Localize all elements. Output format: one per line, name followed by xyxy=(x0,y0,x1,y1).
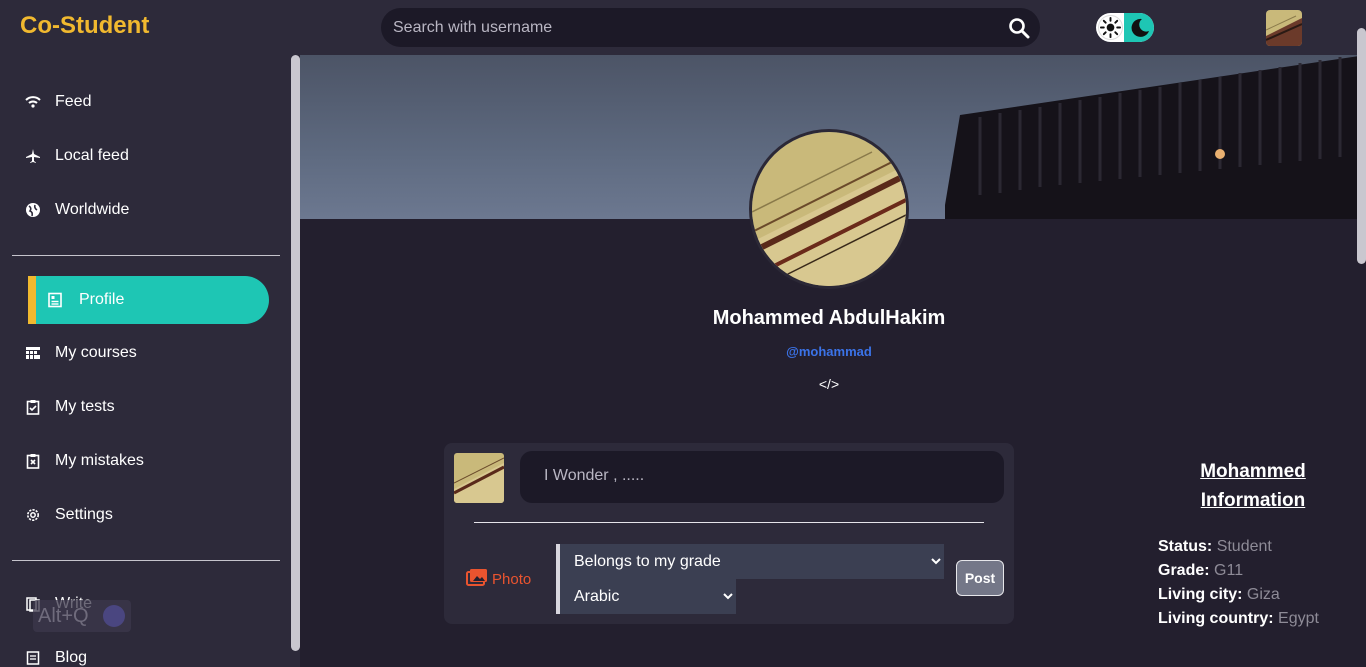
sidebar-item-label: Settings xyxy=(55,506,113,523)
add-photo-button[interactable]: Photo xyxy=(466,568,531,591)
sidebar-item-label: Feed xyxy=(55,93,92,110)
language-select[interactable]: Arabic xyxy=(556,579,736,614)
info-row-status: Status: Student xyxy=(1158,538,1272,556)
globe-icon xyxy=(24,201,42,219)
clipboard-x-icon xyxy=(24,452,42,470)
sidebar-item-label: Profile xyxy=(79,291,125,308)
page-scrollbar-thumb[interactable] xyxy=(1357,28,1366,264)
sidebar-item-feed[interactable]: Feed xyxy=(12,82,272,122)
sidebar-item-my-courses[interactable]: My courses xyxy=(12,333,272,373)
sidebar-item-my-tests[interactable]: My tests xyxy=(12,387,272,427)
info-row-country: Living country: Egypt xyxy=(1158,610,1319,628)
sidebar-item-profile[interactable]: Profile xyxy=(28,276,269,324)
sidebar-item-label: My mistakes xyxy=(55,452,144,469)
courses-icon xyxy=(24,344,42,362)
shortcut-label: Alt+Q xyxy=(38,604,89,627)
sidebar-divider xyxy=(12,255,280,256)
profile-card-icon xyxy=(46,291,64,309)
shortcut-overlay[interactable]: Alt+Q xyxy=(33,600,131,632)
post-button[interactable]: Post xyxy=(956,560,1004,596)
search-bar xyxy=(381,8,1040,47)
sidebar-divider xyxy=(12,560,280,561)
sidebar-item-my-mistakes[interactable]: My mistakes xyxy=(12,441,272,481)
sidebar-scrollbar[interactable] xyxy=(291,55,300,667)
profile-handle[interactable]: @mohammad xyxy=(600,344,1058,359)
sun-icon xyxy=(1098,15,1123,40)
search-input[interactable] xyxy=(393,8,993,47)
clipboard-check-icon xyxy=(24,398,42,416)
sidebar-item-label: Local feed xyxy=(55,147,129,164)
top-bar: Co-Student xyxy=(0,0,1366,55)
sidebar-item-label: My tests xyxy=(55,398,115,415)
profile-name: Mohammed AbdulHakim xyxy=(712,307,946,329)
sidebar-item-local-feed[interactable]: Local feed xyxy=(12,136,272,176)
info-title: Mohammed Information xyxy=(1200,461,1306,511)
post-composer: Photo Belongs to my grade Arabic Post xyxy=(444,443,1014,624)
theme-toggle[interactable] xyxy=(1096,13,1154,42)
audience-select[interactable]: Belongs to my grade xyxy=(556,544,944,579)
info-value: G11 xyxy=(1214,562,1244,579)
info-key: Grade: xyxy=(1158,562,1210,579)
sidebar-item-blog[interactable]: Blog xyxy=(12,638,272,667)
profile-bio: </> xyxy=(818,376,840,392)
info-value: Student xyxy=(1216,538,1272,555)
info-key: Living country: xyxy=(1158,610,1274,627)
search-icon[interactable] xyxy=(1008,17,1030,39)
composer-avatar xyxy=(454,453,504,503)
info-row-city: Living city: Giza xyxy=(1158,586,1280,604)
photos-icon xyxy=(466,568,488,591)
info-key: Status: xyxy=(1158,538,1213,555)
sidebar-scrollbar-thumb[interactable] xyxy=(291,55,300,651)
sidebar: Feed Local feed Worldwide Profile My cou… xyxy=(0,55,300,667)
info-key: Living city: xyxy=(1158,586,1243,603)
wifi-icon xyxy=(24,93,42,111)
info-value: Egypt xyxy=(1278,610,1319,627)
photo-label: Photo xyxy=(492,571,532,588)
sidebar-item-worldwide[interactable]: Worldwide xyxy=(12,190,272,230)
voice-icon xyxy=(103,605,125,627)
moon-icon xyxy=(1124,13,1154,42)
profile-photo[interactable] xyxy=(749,129,909,289)
info-row-grade: Grade: G11 xyxy=(1158,562,1243,580)
post-textarea[interactable] xyxy=(520,451,1004,503)
airplane-icon xyxy=(24,147,42,165)
user-avatar[interactable] xyxy=(1266,10,1302,46)
blog-icon xyxy=(24,649,42,667)
brand-logo[interactable]: Co-Student xyxy=(20,12,149,40)
sidebar-item-label: Worldwide xyxy=(55,201,130,218)
composer-divider xyxy=(474,522,984,523)
gear-icon xyxy=(24,506,42,524)
sidebar-item-settings[interactable]: Settings xyxy=(12,495,272,535)
info-value: Giza xyxy=(1246,586,1280,603)
sidebar-item-label: My courses xyxy=(55,344,137,361)
sidebar-item-label: Blog xyxy=(55,649,88,666)
